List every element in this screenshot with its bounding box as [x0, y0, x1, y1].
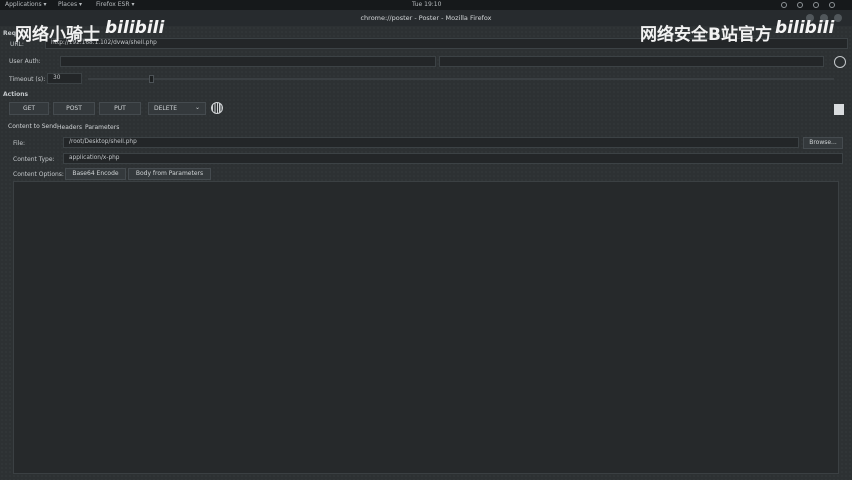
volume-icon[interactable]	[813, 2, 819, 8]
base64-encode-button[interactable]: Base64 Encode	[65, 168, 126, 180]
file-label: File:	[13, 140, 26, 147]
network-icon[interactable]	[797, 2, 803, 8]
close-button[interactable]	[834, 14, 842, 22]
post-button[interactable]: POST	[53, 102, 95, 115]
menu-icon[interactable]	[834, 104, 844, 115]
settings-icon[interactable]	[834, 56, 846, 68]
method-select[interactable]: DELETE ⌄	[148, 102, 206, 115]
timeout-slider-track[interactable]	[88, 78, 834, 80]
globe-icon[interactable]	[211, 102, 223, 114]
content-options-label: Content Options:	[13, 171, 64, 178]
request-body-textarea[interactable]	[13, 181, 839, 474]
timeout-input[interactable]: 30	[47, 73, 82, 84]
bilibili-logo-right: bilibili	[775, 18, 835, 38]
body-from-parameters-button[interactable]: Body from Parameters	[128, 168, 211, 180]
bilibili-logo-left: bilibili	[105, 18, 165, 38]
tab-content-to-send[interactable]: Content to Send	[8, 123, 57, 130]
system-top-bar: Applications ▾ Places ▾ Firefox ESR ▾ Tu…	[0, 0, 852, 10]
password-input[interactable]	[439, 56, 824, 67]
firefox-esr-menu[interactable]: Firefox ESR ▾	[96, 1, 134, 8]
tab-parameters[interactable]: Parameters	[85, 124, 119, 131]
file-path-input[interactable]: /root/Desktop/shell.php	[63, 137, 799, 148]
get-button[interactable]: GET	[9, 102, 49, 115]
content-type-input[interactable]: application/x-php	[63, 153, 843, 164]
timeout-label: Timeout (s):	[9, 76, 46, 83]
watermark-left-text: 网络小骑士	[15, 25, 100, 45]
clock[interactable]: Tue 19:10	[412, 1, 441, 8]
chevron-down-icon: ⌄	[194, 104, 200, 111]
browse-button[interactable]: Browse...	[803, 137, 843, 149]
power-icon[interactable]	[829, 2, 835, 8]
content-type-label: Content Type:	[13, 156, 55, 163]
places-menu[interactable]: Places ▾	[58, 1, 82, 8]
actions-label: Actions	[3, 91, 29, 98]
applications-menu[interactable]: Applications ▾	[5, 1, 47, 8]
accessibility-icon[interactable]	[781, 2, 787, 8]
timeout-slider-handle[interactable]	[149, 75, 154, 83]
tab-headers[interactable]: Headers	[57, 124, 82, 131]
username-input[interactable]	[60, 56, 436, 67]
user-auth-label: User Auth:	[9, 58, 41, 65]
watermark-right-text: 网络安全B站官方	[640, 25, 772, 45]
method-select-value: DELETE	[154, 105, 178, 112]
put-button[interactable]: PUT	[99, 102, 141, 115]
